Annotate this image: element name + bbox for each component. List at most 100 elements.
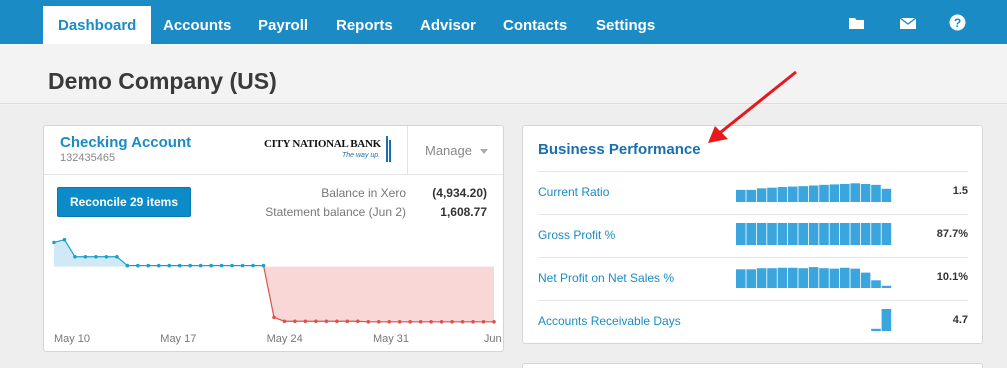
balance-point bbox=[460, 319, 465, 324]
help-icon[interactable]: ? bbox=[949, 14, 966, 31]
reconcile-button[interactable]: Reconcile 29 items bbox=[57, 187, 191, 217]
sparkline-bar bbox=[840, 223, 850, 245]
sparkline-bar bbox=[829, 184, 840, 202]
sparkline-bar bbox=[736, 189, 746, 202]
sparkline-bar bbox=[881, 309, 892, 331]
balance-point bbox=[387, 319, 392, 324]
metric-value: 4.7 bbox=[952, 314, 968, 326]
balance-point bbox=[450, 319, 454, 324]
x-tick-label: Jun 7 bbox=[484, 333, 503, 345]
metric-label[interactable]: Accounts Receivable Days bbox=[538, 314, 681, 328]
sparkline-bar bbox=[819, 223, 829, 245]
sparkline-bar bbox=[777, 187, 788, 202]
bank-tagline: The way up. bbox=[342, 152, 381, 159]
balance-point bbox=[471, 319, 475, 324]
balance-point bbox=[94, 254, 98, 259]
balance-point bbox=[156, 263, 161, 268]
mail-icon[interactable] bbox=[899, 15, 917, 31]
metric-label[interactable]: Current Ratio bbox=[538, 185, 609, 199]
balance-point bbox=[125, 263, 130, 268]
manage-label: Manage bbox=[425, 143, 472, 158]
sparkline-bar bbox=[840, 183, 850, 202]
balance-point bbox=[146, 263, 151, 268]
tab-contacts[interactable]: Contacts bbox=[503, 0, 567, 44]
sparkline-bar bbox=[777, 223, 788, 245]
x-tick-label: May 31 bbox=[373, 333, 409, 345]
sparkline-bar bbox=[746, 223, 756, 245]
x-tick-label: May 17 bbox=[160, 333, 196, 345]
sparkline-bar bbox=[798, 223, 808, 245]
sparkline-bar bbox=[788, 267, 798, 288]
balance-point bbox=[282, 319, 287, 324]
svg-text:?: ? bbox=[954, 16, 961, 30]
sparkline-bar bbox=[871, 328, 881, 331]
metric-label[interactable]: Net Profit on Net Sales % bbox=[538, 271, 674, 285]
statement-balance-label: Statement balance (Jun 2) bbox=[265, 205, 406, 219]
sparkline-bar bbox=[860, 223, 871, 245]
balance-point bbox=[418, 319, 423, 324]
metric-label[interactable]: Gross Profit % bbox=[538, 228, 615, 242]
metric-value: 87.7% bbox=[936, 228, 968, 240]
balance-point bbox=[356, 319, 360, 324]
sparkline-bar bbox=[871, 223, 881, 245]
manage-dropdown[interactable]: Manage bbox=[407, 126, 504, 174]
balance-in-xero-value: (4,934.20) bbox=[432, 186, 487, 200]
sparkline-bar bbox=[829, 223, 840, 245]
sparkline-bar bbox=[746, 269, 756, 288]
sparkline-bar bbox=[881, 188, 892, 202]
balance-point bbox=[83, 254, 88, 259]
tab-advisor[interactable]: Advisor bbox=[420, 0, 476, 44]
business-performance-title[interactable]: Business Performance bbox=[538, 141, 701, 158]
sparkline-bar bbox=[736, 269, 746, 288]
sparkline-bar bbox=[756, 188, 767, 202]
tab-dashboard[interactable]: Dashboard bbox=[43, 6, 152, 44]
balance-point bbox=[230, 263, 234, 268]
balance-point bbox=[198, 263, 203, 268]
sparkline-bar bbox=[767, 187, 777, 202]
tab-payroll[interactable]: Payroll bbox=[258, 0, 308, 44]
sparkline-bar bbox=[788, 186, 798, 202]
bank-mark-icon bbox=[386, 136, 391, 162]
balance-point bbox=[345, 319, 350, 324]
tab-settings[interactable]: Settings bbox=[596, 0, 655, 44]
annotation-arrow bbox=[708, 70, 797, 143]
balance-point bbox=[481, 319, 486, 324]
balance-point bbox=[240, 263, 245, 268]
sparkline-bar bbox=[756, 223, 767, 245]
sparkline-bar bbox=[819, 268, 829, 288]
balance-point bbox=[492, 319, 496, 324]
balance-point bbox=[261, 263, 266, 268]
balance-point bbox=[303, 319, 308, 324]
balance-point bbox=[62, 237, 67, 242]
balance-point bbox=[429, 319, 433, 324]
balance-point bbox=[136, 263, 140, 268]
chevron-down-icon bbox=[479, 149, 488, 155]
balance-point bbox=[219, 263, 224, 268]
account-balance-chart: May 10 May 17 May 24 May 31 Jun 7 bbox=[52, 237, 503, 345]
balance-point bbox=[177, 263, 182, 268]
sparkline-bar bbox=[808, 223, 819, 245]
account-number: 132435465 bbox=[60, 152, 116, 164]
page-header: Demo Company (US) bbox=[0, 44, 1007, 104]
negative-balance-area bbox=[263, 266, 494, 322]
account-name-link[interactable]: Checking Account bbox=[60, 134, 191, 151]
sparkline-bar bbox=[808, 267, 819, 288]
balance-point bbox=[335, 319, 339, 324]
sparkline-bar bbox=[860, 183, 871, 202]
metric-value: 1.5 bbox=[952, 185, 968, 197]
balance-point bbox=[397, 319, 402, 324]
tab-reports[interactable]: Reports bbox=[336, 0, 393, 44]
sparkline-bar bbox=[767, 223, 777, 245]
sparkline-bar bbox=[850, 223, 860, 245]
sparkline-bar bbox=[860, 272, 871, 288]
balance-point bbox=[73, 254, 77, 259]
sparkline-bar bbox=[871, 184, 881, 202]
tab-accounts[interactable]: Accounts bbox=[163, 0, 231, 44]
sparkline-bar bbox=[798, 186, 808, 202]
divider bbox=[44, 174, 503, 175]
sparkline-bar bbox=[736, 223, 746, 245]
metric-sparkline bbox=[736, 223, 892, 245]
positive-balance-area bbox=[54, 239, 264, 267]
folder-icon[interactable] bbox=[848, 15, 866, 31]
balance-point bbox=[115, 254, 119, 259]
